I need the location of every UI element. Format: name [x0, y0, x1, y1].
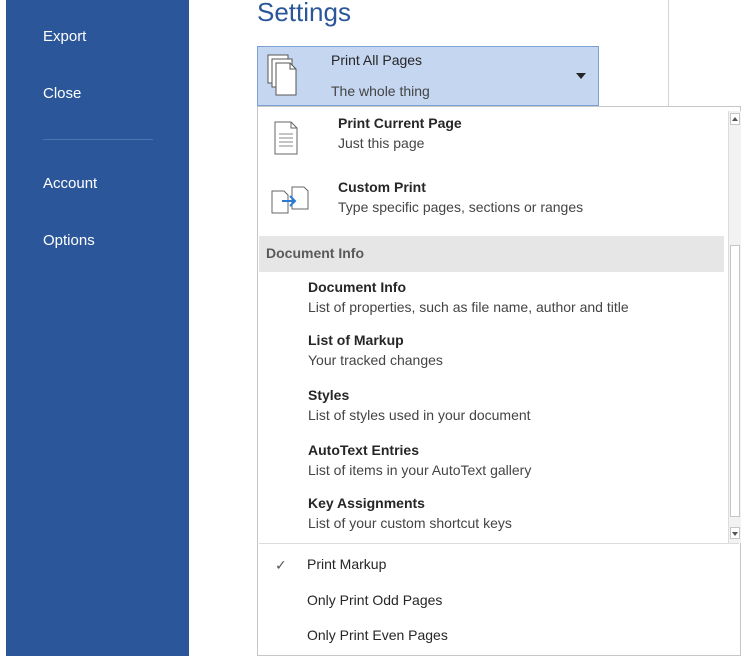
section-header-document-info: Document Info [259, 236, 724, 272]
backstage-nav: Export Close Account Options [6, 0, 189, 656]
menu-divider [259, 543, 739, 544]
page-icon [274, 121, 298, 160]
info-item-list-of-markup[interactable]: List of Markup Your tracked changes [308, 331, 443, 370]
option-subtitle: Just this page [338, 135, 425, 151]
menu-scrollbar[interactable] [728, 111, 741, 543]
nav-divider [43, 139, 153, 140]
option-subtitle: Type specific pages, sections or ranges [338, 199, 584, 215]
info-item-label: Key Assignments [308, 495, 425, 511]
scroll-up-icon[interactable] [730, 113, 740, 125]
info-item-label: Document Info [308, 279, 406, 295]
print-range-dropdown[interactable]: Print All Pages The whole thing [257, 46, 599, 106]
chevron-down-icon [576, 73, 586, 79]
scroll-thumb[interactable] [730, 245, 740, 517]
option-label: Custom Print [338, 179, 426, 195]
info-item-label: List of Markup [308, 332, 404, 348]
info-item-label: AutoText Entries [308, 442, 419, 458]
dropdown-selected-label: Print All Pages [331, 52, 423, 68]
info-item-subtitle: List of your custom shortcut keys [308, 515, 512, 531]
nav-item-export[interactable]: Export [43, 28, 86, 45]
info-item-subtitle: List of styles used in your document [308, 407, 531, 423]
custom-print-icon [270, 183, 310, 222]
info-item-autotext-entries[interactable]: AutoText Entries List of items in your A… [308, 441, 531, 480]
info-item-key-assignments[interactable]: Key Assignments List of your custom shor… [308, 494, 512, 533]
option-label: Print Current Page [338, 115, 462, 131]
nav-item-close[interactable]: Close [43, 85, 81, 102]
option-custom-print[interactable]: Custom Print Type specific pages, sectio… [258, 179, 718, 229]
option-print-current-page[interactable]: Print Current Page Just this page [258, 115, 718, 165]
print-range-menu: Print Current Page Just this page Custom… [257, 106, 741, 656]
info-item-label: Styles [308, 387, 350, 403]
pages-icon [266, 53, 300, 102]
nav-item-account[interactable]: Account [43, 175, 97, 192]
toggle-print-markup[interactable]: Print Markup [307, 556, 386, 572]
section-header-label: Document Info [266, 245, 364, 261]
vertical-divider [668, 0, 669, 108]
dropdown-selected-subtitle: The whole thing [331, 83, 430, 99]
settings-heading: Settings [257, 0, 351, 27]
info-item-subtitle: List of properties, such as file name, a… [308, 299, 629, 315]
nav-item-options[interactable]: Options [43, 232, 95, 249]
toggle-only-print-odd-pages[interactable]: Only Print Odd Pages [307, 592, 442, 608]
toggle-only-print-even-pages[interactable]: Only Print Even Pages [307, 627, 448, 643]
scroll-down-icon[interactable] [730, 527, 740, 539]
info-item-styles[interactable]: Styles List of styles used in your docum… [308, 386, 531, 425]
info-item-subtitle: Your tracked changes [308, 352, 443, 368]
info-item-subtitle: List of items in your AutoText gallery [308, 462, 532, 478]
checkmark-icon: ✓ [275, 557, 287, 573]
info-item-document-info[interactable]: Document Info List of properties, such a… [308, 278, 629, 317]
